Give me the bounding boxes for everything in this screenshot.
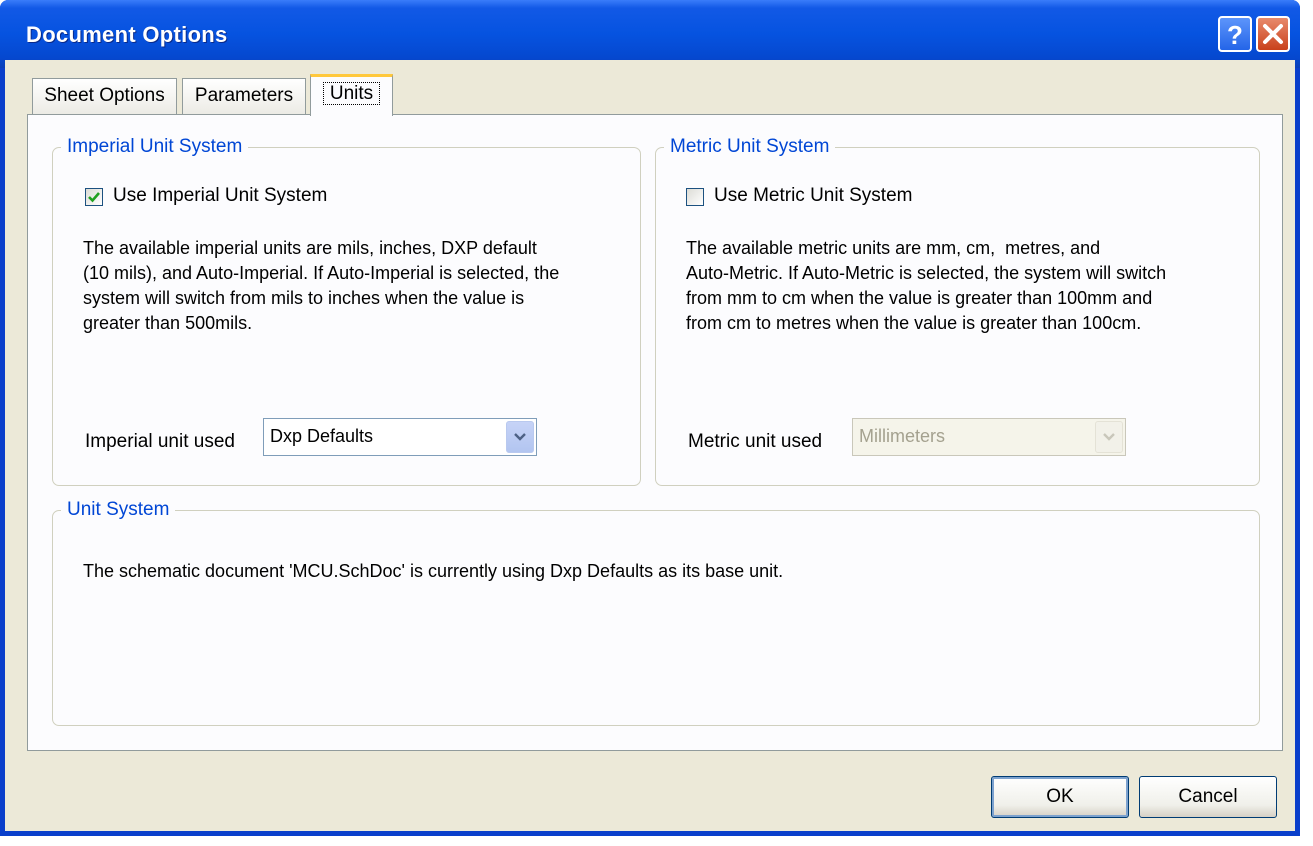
metric-checkbox[interactable] <box>686 188 704 206</box>
checkmark-icon <box>88 192 100 203</box>
tab-units-label: Units <box>322 82 381 105</box>
ok-button[interactable]: OK <box>991 776 1129 818</box>
units-tab-panel: Imperial Unit System Use Imperial Unit S… <box>27 114 1283 751</box>
dialog-client-area: Sheet Options Parameters Units Imperial … <box>5 60 1295 831</box>
imperial-description: The available imperial units are mils, i… <box>83 238 560 333</box>
title-bar[interactable]: Document Options ? <box>0 0 1300 68</box>
imperial-unit-label: Imperial unit used <box>85 431 235 452</box>
help-button[interactable]: ? <box>1218 16 1252 52</box>
metric-description: The available metric units are mm, cm, m… <box>686 238 1167 333</box>
imperial-checkbox[interactable] <box>85 188 103 206</box>
close-button[interactable] <box>1256 16 1290 52</box>
tab-parameters[interactable]: Parameters <box>182 78 306 114</box>
chevron-down-icon[interactable] <box>506 421 534 453</box>
metric-unit-select: Millimeters <box>852 418 1126 456</box>
imperial-unit-system-group: Imperial Unit System Use Imperial Unit S… <box>52 136 641 486</box>
document-options-dialog: Document Options ? Sheet Options Paramet… <box>0 0 1300 836</box>
imperial-group-title: Imperial Unit System <box>61 136 249 158</box>
unit-system-group-title: Unit System <box>61 499 176 521</box>
metric-unit-system-group: Metric Unit System Use Metric Unit Syste… <box>655 136 1260 486</box>
metric-group-title: Metric Unit System <box>664 136 836 158</box>
unit-system-group: Unit System The schematic document 'MCU.… <box>52 499 1260 726</box>
metric-checkbox-label[interactable]: Use Metric Unit System <box>714 185 912 207</box>
metric-unit-value: Millimeters <box>859 426 946 446</box>
unit-system-message: The schematic document 'MCU.SchDoc' is c… <box>83 561 784 581</box>
chevron-down-icon <box>1095 421 1123 453</box>
imperial-unit-value: Dxp Defaults <box>270 426 374 446</box>
tab-units[interactable]: Units <box>310 74 393 116</box>
tab-sheet-options[interactable]: Sheet Options <box>32 78 177 114</box>
imperial-checkbox-label[interactable]: Use Imperial Unit System <box>113 185 327 207</box>
dialog-title: Document Options <box>26 22 228 47</box>
metric-unit-label: Metric unit used <box>688 431 823 452</box>
imperial-unit-select[interactable]: Dxp Defaults <box>263 418 537 456</box>
cancel-button[interactable]: Cancel <box>1139 776 1277 818</box>
close-icon <box>1263 24 1283 44</box>
